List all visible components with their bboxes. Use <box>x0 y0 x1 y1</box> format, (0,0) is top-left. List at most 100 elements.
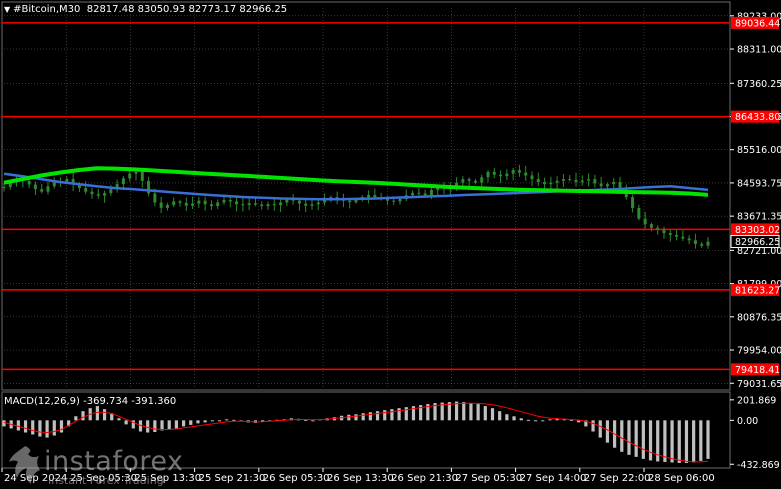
candle-body <box>228 199 232 202</box>
price-axis: 89233.0088311.0087360.2586438.2585516.00… <box>730 11 781 390</box>
time-tick-label: 27 Sep 22:00 <box>584 473 651 484</box>
macd-histogram-bar <box>2 420 6 427</box>
macd-histogram-bar <box>45 420 49 438</box>
candle-body <box>549 182 553 185</box>
candle-body <box>580 180 584 182</box>
macd-histogram-bar <box>210 420 214 422</box>
macd-axis: 201.869 0.00 -432.869 <box>730 395 780 471</box>
macd-histogram-bar <box>23 420 28 433</box>
candle-body <box>253 203 257 205</box>
level-price-label: 86433.80 <box>735 112 780 123</box>
price-series <box>2 164 710 249</box>
level-price-label: 79418.41 <box>735 365 780 376</box>
candle-body <box>587 179 591 181</box>
candle-body <box>241 204 245 206</box>
candle-body <box>297 200 301 204</box>
candle-body <box>574 179 578 182</box>
macd-histogram-bar <box>397 408 401 421</box>
macd-histogram-bar <box>368 412 372 421</box>
candle-body <box>656 227 660 230</box>
candle-body <box>398 198 402 202</box>
time-tick-label: 26 Sep 21:30 <box>391 473 458 484</box>
candle-body <box>2 187 6 189</box>
candle-body <box>348 200 352 203</box>
candle-body <box>668 233 672 235</box>
macd-histogram-bar <box>498 411 502 421</box>
level-price-label: 83303.02 <box>735 225 780 236</box>
price-pane[interactable] <box>1 1 731 391</box>
candle-body <box>46 186 50 192</box>
candle-body <box>260 204 264 207</box>
macd-histogram-bar <box>375 411 380 421</box>
macd-histogram-bar <box>490 408 495 421</box>
macd-histogram-bar <box>31 420 35 435</box>
chart-header: ▼ #Bitcoin,M30 82817.48 83050.93 82773.17… <box>4 4 287 15</box>
candle-body <box>316 202 320 205</box>
candle-body <box>354 199 358 203</box>
macd-histogram-bar <box>541 420 545 422</box>
candle-body <box>417 192 421 194</box>
candle-body <box>103 193 107 196</box>
macd-histogram-bar <box>311 420 315 422</box>
time-tick-label: 27 Sep 14:00 <box>520 473 587 484</box>
macd-histogram-bar <box>663 420 667 462</box>
macd-histogram-bar <box>95 406 99 421</box>
macd-histogram-bar <box>153 420 157 432</box>
candle-body <box>536 179 540 182</box>
time-tick-label: 28 Sep 06:00 <box>648 473 715 484</box>
candle-body <box>40 189 44 192</box>
candle-body <box>411 192 415 196</box>
candle-body <box>367 194 371 198</box>
macd-histogram-bar <box>591 420 595 432</box>
macd-histogram-bar <box>174 420 179 429</box>
candle-body <box>473 180 477 183</box>
candle-body <box>373 194 377 198</box>
macd-histogram-bar <box>648 420 653 461</box>
candle-body <box>486 171 490 178</box>
macd-histogram-bar <box>620 420 624 452</box>
time-tick-label: 26 Sep 13:30 <box>327 473 394 484</box>
candle-body <box>304 203 308 206</box>
candle-body <box>662 229 666 234</box>
macd-histogram-bar <box>692 420 696 463</box>
macd-histogram-bar <box>469 403 473 421</box>
candle-body <box>649 224 653 228</box>
ohlc-values: 82817.48 83050.93 82773.17 82966.25 <box>86 4 288 15</box>
macd-histogram-bar <box>699 420 703 461</box>
candle-body <box>310 204 314 206</box>
candle-body <box>480 177 484 183</box>
candle-body <box>643 218 647 225</box>
macd-histogram-bar <box>627 420 631 455</box>
macd-histogram-bar <box>38 420 42 437</box>
price-tick-label: 88311.00 <box>737 45 781 56</box>
macd-histogram-bar <box>605 420 610 443</box>
candle-body <box>675 234 679 237</box>
candle-body <box>197 200 201 204</box>
macd-histogram-bar <box>641 420 645 459</box>
macd-histogram-bar <box>548 419 552 421</box>
candle-body <box>52 182 56 187</box>
macd-histogram-bar <box>684 420 689 463</box>
chart-canvas: 89233.0088311.0087360.2586438.2585516.00… <box>1 1 781 484</box>
candle-body <box>505 173 509 177</box>
candle-body <box>96 194 100 196</box>
candle-body <box>247 203 251 206</box>
candle-body <box>492 171 496 175</box>
macd-histogram-bar <box>598 420 602 438</box>
macd-histogram-bar <box>519 418 523 421</box>
candle-body <box>605 184 609 187</box>
macd-histogram-bar <box>476 404 480 421</box>
macd-histogram-bar <box>203 420 207 423</box>
candle-body <box>33 184 37 190</box>
candle-body <box>128 173 132 179</box>
candle-body <box>561 179 565 181</box>
dropdown-triangle-icon[interactable]: ▼ <box>4 5 10 14</box>
candle-body <box>121 178 125 185</box>
candle-body <box>455 182 459 186</box>
candle-body <box>467 179 471 181</box>
candle-body <box>568 179 572 181</box>
candle-body <box>637 207 641 219</box>
macd-histogram-bar <box>167 420 171 430</box>
macd-histogram-bar <box>670 420 674 463</box>
macd-histogram-bar <box>526 419 531 421</box>
